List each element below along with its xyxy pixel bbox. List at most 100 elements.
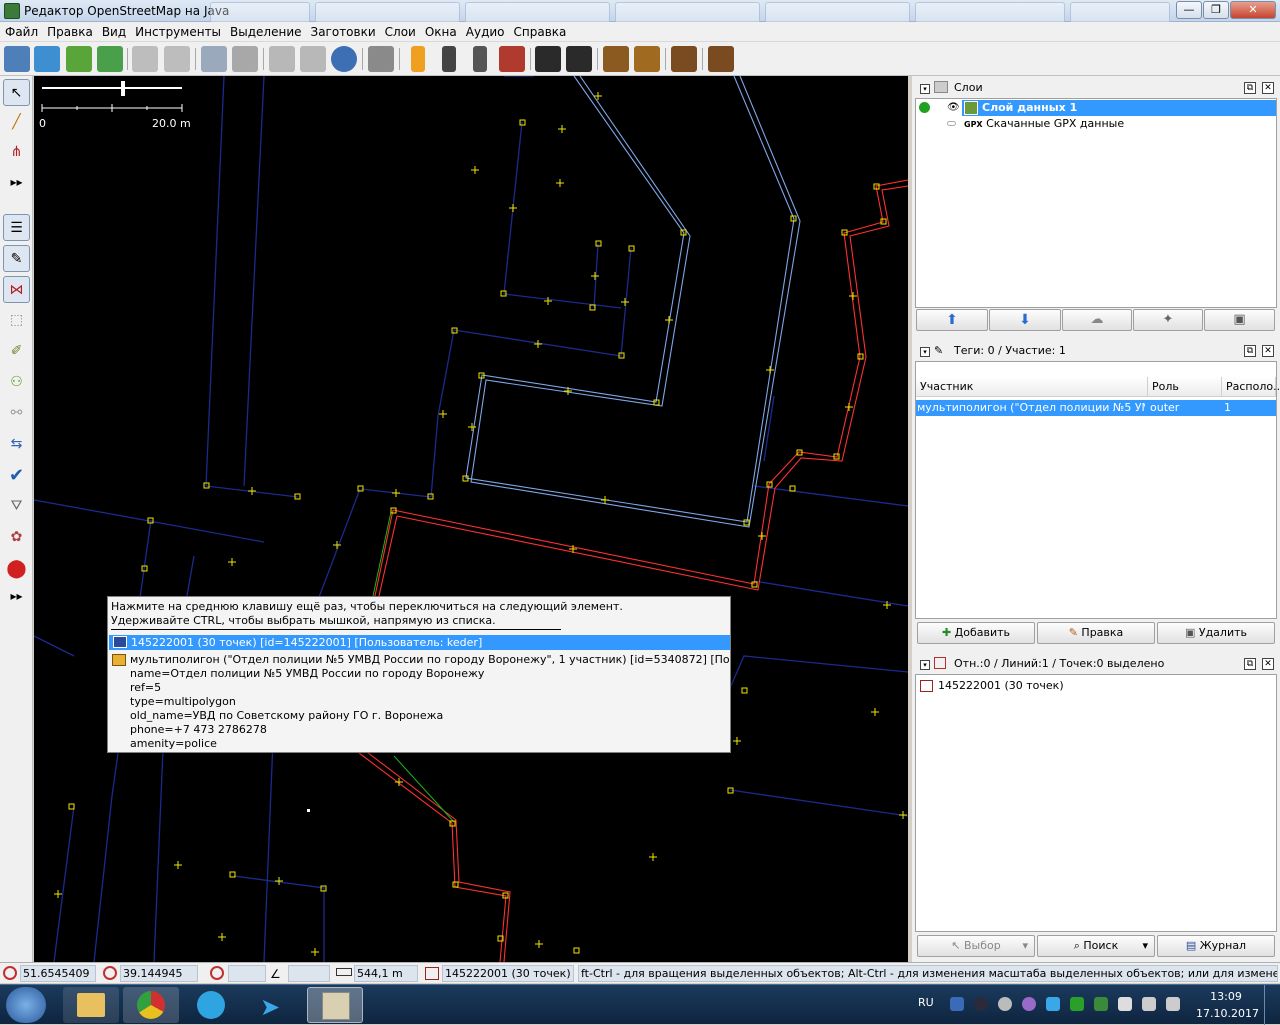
menu-windows[interactable]: Окна	[420, 22, 461, 39]
language-indicator[interactable]: RU	[918, 996, 934, 1009]
volume-icon[interactable]	[1166, 997, 1180, 1011]
edit-tag-button[interactable]: ✎ Правка	[1037, 622, 1155, 644]
table-row[interactable]: мультиполигон ("Отдел полиции №5 УМВ... …	[916, 400, 1276, 416]
network-icon[interactable]	[1142, 997, 1156, 1011]
telegram-desktop-task[interactable]: ➤	[246, 987, 302, 1023]
josm-task[interactable]	[307, 987, 363, 1023]
chrome-task[interactable]	[123, 987, 179, 1023]
layer-settings-button[interactable]: ✦	[1133, 309, 1203, 331]
car-icon[interactable]	[535, 46, 561, 72]
detach-icon[interactable]: ⧉	[1244, 345, 1256, 357]
validator-icon[interactable]: ⇆	[3, 431, 30, 458]
railway-icon[interactable]	[442, 46, 456, 72]
tray-icon[interactable]	[1094, 997, 1108, 1011]
authors-icon[interactable]: ⚇	[3, 369, 30, 396]
flag-icon[interactable]	[1118, 997, 1132, 1011]
delete-layer-button[interactable]: ▣	[1204, 309, 1275, 331]
hidden-eye-icon[interactable]	[947, 121, 956, 126]
commands-icon[interactable]: ✐	[3, 338, 30, 365]
move-down-button[interactable]: ⬇	[989, 309, 1061, 331]
maximize-button[interactable]: ❐	[1203, 1, 1229, 19]
tags-toggle-icon[interactable]: ✎	[3, 245, 30, 272]
preferences-icon[interactable]	[232, 46, 258, 72]
telegram-tray-icon[interactable]	[1046, 997, 1060, 1011]
wall-icon[interactable]	[499, 46, 525, 72]
move-up-button[interactable]: ⬆	[916, 309, 988, 331]
merge-layer-button[interactable]: ☁	[1062, 309, 1132, 331]
menu-view[interactable]: Вид	[97, 22, 130, 39]
redo-icon[interactable]	[164, 46, 190, 72]
search-button[interactable]: ⌕ Поиск ▾	[1037, 935, 1155, 957]
restaurant-icon[interactable]	[634, 46, 660, 72]
close-icon[interactable]: ✕	[1262, 82, 1274, 94]
menu-tools[interactable]: Инструменты	[130, 22, 225, 39]
split-way-icon[interactable]	[269, 46, 295, 72]
steam-icon[interactable]	[974, 997, 988, 1011]
upload-icon[interactable]	[97, 46, 123, 72]
map-view[interactable]: 0 20.0 m	[34, 76, 908, 962]
delete-tag-button[interactable]: ▣ Удалить	[1157, 622, 1275, 644]
layers-toggle-icon[interactable]: ☰	[3, 214, 30, 241]
wireframe-icon[interactable]	[368, 46, 394, 72]
add-tag-button[interactable]: ✚ Добавить	[917, 622, 1035, 644]
collapse-icon[interactable]: ▾	[920, 347, 930, 357]
column-position[interactable]: Располо...	[1222, 377, 1280, 397]
history-button[interactable]: ▤ Журнал	[1157, 935, 1275, 957]
telegram-task[interactable]	[183, 987, 239, 1023]
select-icon[interactable]: ↖	[3, 79, 30, 106]
column-role[interactable]: Роль	[1148, 377, 1222, 397]
notes-icon[interactable]: ⬤	[3, 555, 30, 582]
zoom-icon[interactable]	[201, 46, 227, 72]
start-button[interactable]	[6, 987, 46, 1023]
detach-icon[interactable]: ⧉	[1244, 658, 1256, 670]
menu-help[interactable]: Справка	[509, 22, 571, 39]
conflicts-icon[interactable]: ⚯	[3, 400, 30, 427]
close-icon[interactable]: ✕	[1262, 345, 1274, 357]
selection-list-icon[interactable]: ⬚	[3, 307, 30, 334]
check-icon[interactable]: ✔	[3, 462, 30, 489]
close-button[interactable]: ✕	[1230, 1, 1276, 19]
open-icon[interactable]	[4, 46, 30, 72]
menu-presets[interactable]: Заготовки	[306, 22, 380, 39]
clock-date[interactable]: 17.10.2017	[1196, 1007, 1259, 1020]
tray-icon[interactable]	[998, 997, 1012, 1011]
popup-relation-item[interactable]: мультиполигон ("Отдел полиции №5 УМВД Ро…	[130, 653, 730, 667]
menu-layers[interactable]: Слои	[380, 22, 420, 39]
collapse-icon[interactable]: ▾	[920, 660, 930, 670]
amenity-icon[interactable]	[603, 46, 629, 72]
tray-app-icon[interactable]	[950, 997, 964, 1011]
save-icon[interactable]	[34, 46, 60, 72]
menu-selection[interactable]: Выделение	[225, 22, 305, 39]
tray-icon[interactable]	[1022, 997, 1036, 1011]
check-tray-icon[interactable]	[1070, 997, 1084, 1011]
collapse-icon[interactable]: ▾	[920, 84, 930, 94]
crossing-icon[interactable]	[473, 46, 487, 72]
traffic-light-icon[interactable]	[411, 46, 425, 72]
explorer-task[interactable]	[63, 987, 119, 1023]
relations-toggle-icon[interactable]: ⋈	[3, 276, 30, 303]
refresh-icon[interactable]	[331, 46, 357, 72]
menu-file[interactable]: Файл	[0, 22, 42, 39]
menu-edit[interactable]: Правка	[42, 22, 97, 39]
visibility-eye-icon[interactable]: 👁	[947, 102, 960, 113]
layer-row-gpx[interactable]: GPX Скачанные GPX данные	[964, 116, 1124, 132]
column-member[interactable]: Участник	[916, 377, 1148, 397]
select-button[interactable]: ↖ Выбор ▾	[917, 935, 1035, 957]
more-icon[interactable]: ▸▸	[3, 169, 30, 196]
close-icon[interactable]: ✕	[1262, 658, 1274, 670]
factory-icon[interactable]	[708, 46, 734, 72]
bus-icon[interactable]	[566, 46, 592, 72]
popup-selected-way[interactable]: 145222001 (30 точек) [id=145222001] [Пол…	[109, 635, 730, 650]
minimize-button[interactable]: —	[1176, 1, 1202, 19]
show-desktop-button[interactable]	[1264, 985, 1278, 1025]
layer-row-data[interactable]: Слой данных 1	[962, 100, 1276, 116]
castle-icon[interactable]	[671, 46, 697, 72]
menu-audio[interactable]: Аудио	[461, 22, 509, 39]
map-paint-icon[interactable]: ✿	[3, 524, 30, 551]
draw-icon[interactable]: ╱	[3, 109, 30, 136]
combine-way-icon[interactable]	[300, 46, 326, 72]
undo-icon[interactable]	[132, 46, 158, 72]
improve-way-icon[interactable]: ⋔	[3, 139, 30, 166]
filter-icon[interactable]: ⛛	[3, 493, 30, 520]
detach-icon[interactable]: ⧉	[1244, 82, 1256, 94]
